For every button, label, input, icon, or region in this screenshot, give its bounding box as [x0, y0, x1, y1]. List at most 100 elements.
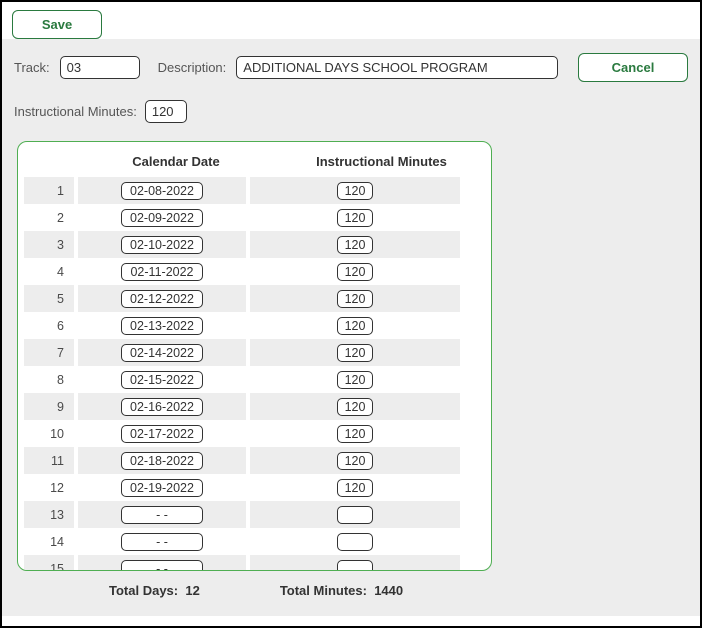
row-date-cell — [78, 555, 246, 570]
row-minutes-input[interactable] — [337, 290, 373, 308]
row-number: 12 — [24, 474, 74, 501]
row-minutes-input[interactable] — [337, 560, 373, 571]
row-number: 7 — [24, 339, 74, 366]
row-minutes-cell — [250, 447, 460, 474]
form-row-1: Track: Description: Cancel — [14, 53, 688, 82]
table-row: 2 — [24, 204, 487, 231]
col-header-number — [24, 154, 76, 169]
row-minutes-input[interactable] — [337, 263, 373, 281]
row-minutes-input[interactable] — [337, 506, 373, 524]
calendar-date-input[interactable] — [121, 263, 203, 281]
row-minutes-cell — [250, 501, 460, 528]
row-minutes-input[interactable] — [337, 398, 373, 416]
table-row: 5 — [24, 285, 487, 312]
row-minutes-cell — [250, 474, 460, 501]
row-minutes-input[interactable] — [337, 209, 373, 227]
table-row: 11 — [24, 447, 487, 474]
form-area: Track: Description: Cancel Instructional… — [2, 39, 700, 616]
total-minutes: Total Minutes: 1440 — [280, 583, 403, 598]
grid-header: Calendar Date Instructional Minutes — [24, 148, 487, 177]
row-minutes-cell — [250, 285, 460, 312]
table-row: 3 — [24, 231, 487, 258]
row-minutes-input[interactable] — [337, 533, 373, 551]
row-date-cell — [78, 474, 246, 501]
calendar-date-input[interactable] — [121, 290, 203, 308]
table-row: 14 — [24, 528, 487, 555]
row-minutes-input[interactable] — [337, 344, 373, 362]
row-minutes-input[interactable] — [337, 371, 373, 389]
row-minutes-input[interactable] — [337, 182, 373, 200]
calendar-date-input[interactable] — [121, 398, 203, 416]
calendar-date-input[interactable] — [121, 533, 203, 551]
calendar-date-input[interactable] — [121, 452, 203, 470]
calendar-date-input[interactable] — [121, 479, 203, 497]
row-number: 2 — [24, 204, 74, 231]
instructional-minutes-input[interactable] — [145, 100, 187, 123]
table-row: 8 — [24, 366, 487, 393]
row-minutes-input[interactable] — [337, 479, 373, 497]
row-number: 9 — [24, 393, 74, 420]
app-window: Save Track: Description: Cancel Instruct… — [0, 0, 702, 628]
instructional-minutes-label: Instructional Minutes: — [14, 104, 137, 119]
table-row: 6 — [24, 312, 487, 339]
row-number: 3 — [24, 231, 74, 258]
row-date-cell — [78, 501, 246, 528]
row-minutes-cell — [250, 204, 460, 231]
calendar-date-input[interactable] — [121, 560, 203, 571]
row-minutes-cell — [250, 231, 460, 258]
row-minutes-cell — [250, 339, 460, 366]
row-number: 6 — [24, 312, 74, 339]
row-minutes-cell — [250, 393, 460, 420]
save-button[interactable]: Save — [12, 10, 102, 39]
row-number: 1 — [24, 177, 74, 204]
row-date-cell — [78, 339, 246, 366]
row-date-cell — [78, 285, 246, 312]
col-header-minutes: Instructional Minutes — [276, 154, 487, 169]
table-row: 4 — [24, 258, 487, 285]
table-row: 12 — [24, 474, 487, 501]
calendar-date-input[interactable] — [121, 425, 203, 443]
row-minutes-input[interactable] — [337, 317, 373, 335]
description-input[interactable] — [236, 56, 558, 79]
row-number: 10 — [24, 420, 74, 447]
calendar-date-input[interactable] — [121, 236, 203, 254]
row-minutes-cell — [250, 528, 460, 555]
row-date-cell — [78, 204, 246, 231]
track-input[interactable] — [60, 56, 140, 79]
top-toolbar: Save — [2, 2, 700, 39]
table-row: 7 — [24, 339, 487, 366]
col-header-date: Calendar Date — [76, 154, 276, 169]
total-days: Total Days: 12 — [109, 583, 200, 598]
row-date-cell — [78, 231, 246, 258]
row-date-cell — [78, 366, 246, 393]
calendar-grid-scroll[interactable]: Calendar Date Instructional Minutes 1234… — [18, 142, 491, 570]
row-number: 11 — [24, 447, 74, 474]
row-date-cell — [78, 177, 246, 204]
table-row: 13 — [24, 501, 487, 528]
row-date-cell — [78, 528, 246, 555]
row-number: 8 — [24, 366, 74, 393]
row-number: 5 — [24, 285, 74, 312]
row-number: 14 — [24, 528, 74, 555]
row-minutes-cell — [250, 312, 460, 339]
calendar-date-input[interactable] — [121, 506, 203, 524]
calendar-date-input[interactable] — [121, 209, 203, 227]
table-row: 9 — [24, 393, 487, 420]
row-minutes-cell — [250, 258, 460, 285]
calendar-date-input[interactable] — [121, 182, 203, 200]
row-minutes-input[interactable] — [337, 236, 373, 254]
row-minutes-input[interactable] — [337, 452, 373, 470]
cancel-button[interactable]: Cancel — [578, 53, 688, 82]
calendar-grid-panel: Calendar Date Instructional Minutes 1234… — [17, 141, 492, 571]
row-date-cell — [78, 393, 246, 420]
table-row: 15 — [24, 555, 487, 570]
grid-rows: 123456789101112131415 — [24, 177, 487, 570]
row-date-cell — [78, 312, 246, 339]
row-minutes-cell — [250, 177, 460, 204]
table-row: 10 — [24, 420, 487, 447]
calendar-date-input[interactable] — [121, 317, 203, 335]
calendar-date-input[interactable] — [121, 344, 203, 362]
description-label: Description: — [158, 60, 227, 75]
row-minutes-input[interactable] — [337, 425, 373, 443]
calendar-date-input[interactable] — [121, 371, 203, 389]
